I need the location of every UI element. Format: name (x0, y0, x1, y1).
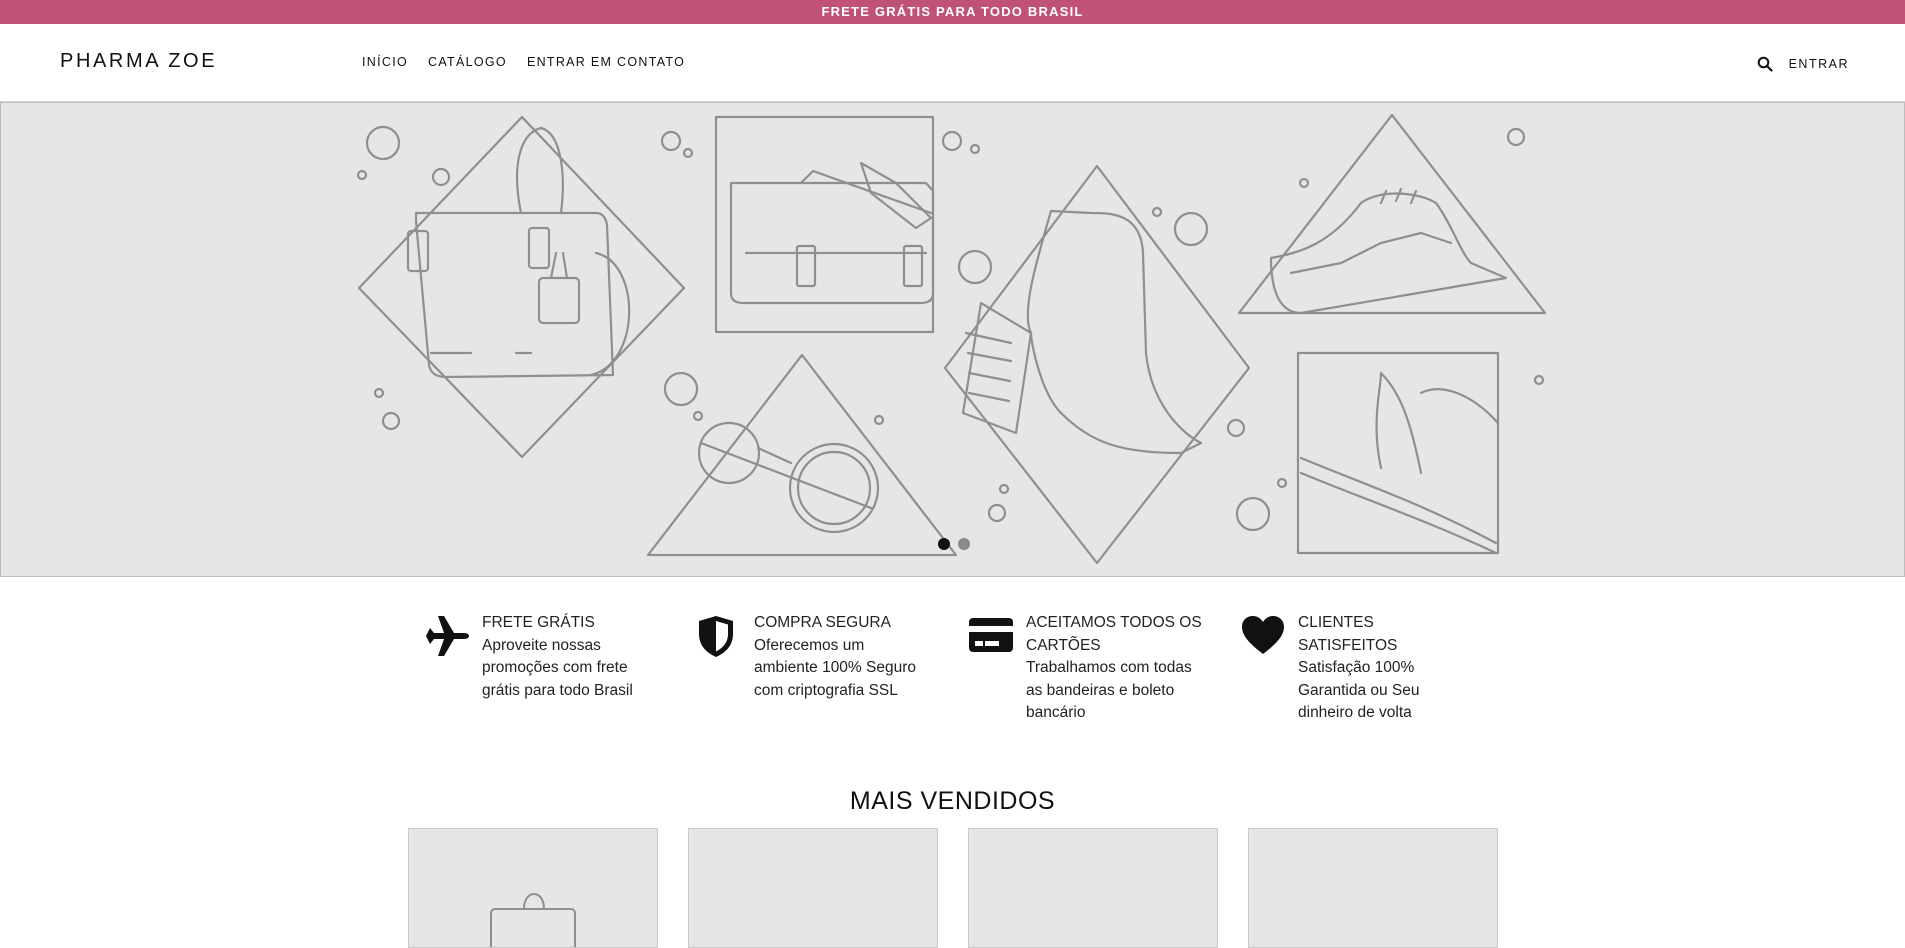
feature-text: Trabalhamos com todas as bandeiras e bol… (1026, 659, 1192, 721)
slider-dot-1[interactable] (938, 538, 950, 550)
feature-text: Oferecemos um ambiente 100% Seguro com c… (754, 636, 917, 699)
feature-title: FRETE GRÁTIS (482, 614, 595, 631)
site-header: PHARMA ZOE INÍCIO CATÁLOGO ENTRAR EM CON… (0, 24, 1905, 102)
slider-dots (938, 538, 970, 550)
product-card[interactable] (968, 828, 1218, 948)
feature-text: Aproveite nossas promoções com frete grá… (482, 636, 633, 699)
search-icon[interactable] (1755, 54, 1775, 74)
header-actions: ENTRAR (1755, 54, 1849, 74)
credit-card-icon (968, 612, 1026, 725)
product-card[interactable] (688, 828, 938, 948)
airplane-icon (424, 612, 482, 725)
feature-title: COMPRA SEGURA (754, 614, 891, 631)
best-sellers-grid (408, 828, 1498, 948)
announcement-bar: FRETE GRÁTIS PARA TODO BRASIL (0, 0, 1905, 24)
shield-icon (696, 612, 754, 725)
slider-dot-2[interactable] (958, 538, 970, 550)
product-card[interactable] (1248, 828, 1498, 948)
feature-all-cards: ACEITAMOS TODOS OS CARTÕES Trabalhamos c… (968, 612, 1240, 725)
feature-title: ACEITAMOS TODOS OS CARTÕES (1026, 614, 1202, 654)
nav-link-inicio[interactable]: INÍCIO (362, 55, 408, 69)
feature-secure-purchase: COMPRA SEGURA Oferecemos um ambiente 100… (696, 612, 968, 725)
feature-satisfied-clients: CLIENTES SATISFEITOS Satisfação 100% Gar… (1240, 612, 1512, 725)
nav-link-contato[interactable]: ENTRAR EM CONTATO (527, 55, 685, 69)
feature-text: Satisfação 100% Garantida ou Seu dinheir… (1298, 659, 1420, 721)
heart-icon (1240, 612, 1298, 725)
main-nav: INÍCIO CATÁLOGO ENTRAR EM CONTATO (362, 55, 685, 69)
product-placeholder-image (490, 893, 576, 947)
feature-free-shipping: FRETE GRÁTIS Aproveite nossas promoções … (424, 612, 696, 725)
login-link[interactable]: ENTRAR (1789, 57, 1849, 71)
hero-placeholder-illustration (356, 113, 1547, 565)
brand-logo[interactable]: PHARMA ZOE (60, 50, 217, 73)
best-sellers-heading: MAIS VENDIDOS (849, 787, 1056, 815)
announcement-text: FRETE GRÁTIS PARA TODO BRASIL (821, 4, 1084, 19)
product-card[interactable] (408, 828, 658, 948)
features-row: FRETE GRÁTIS Aproveite nossas promoções … (424, 612, 1512, 725)
feature-title: CLIENTES SATISFEITOS (1298, 614, 1398, 654)
nav-link-catalogo[interactable]: CATÁLOGO (428, 55, 507, 69)
hero-slider[interactable] (0, 102, 1905, 577)
